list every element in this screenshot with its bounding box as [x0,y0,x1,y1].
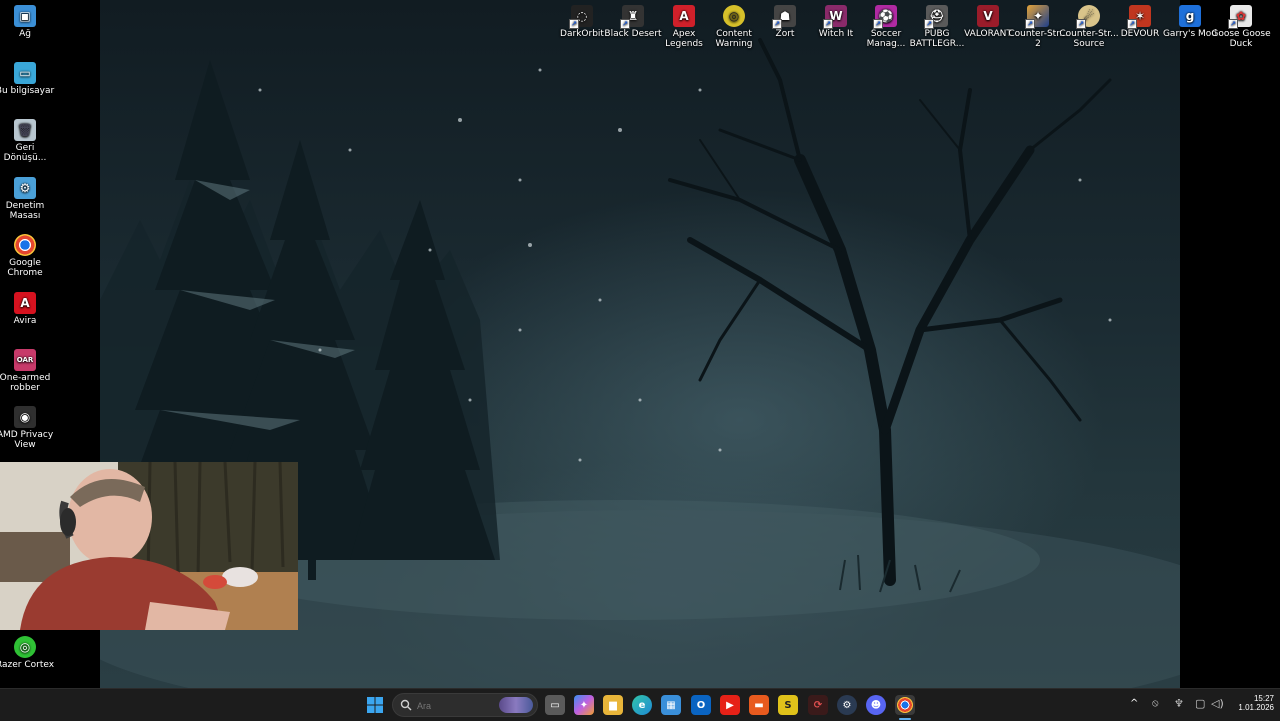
pubg-icon: ⛑ ↗ [924,5,948,29]
cs2-icon: ✦ ↗ [1025,5,1049,29]
slot-machine-icon: OAR [14,349,36,371]
zort-icon: ☗ ↗ [772,5,796,29]
clock[interactable]: 15:27 1.01.2026 [1230,694,1274,712]
chrome-icon [897,697,913,713]
desktop-icon-recycle-bin[interactable]: 🗑 Geri Dönüşü... [0,119,55,163]
search-icon [400,699,412,711]
razer-icon: ◎ [14,636,36,658]
shortcut-arrow-icon: ↗ [1076,19,1086,29]
desktop-icon-avira[interactable]: A Avira [0,292,55,326]
webcam-overlay [0,462,298,630]
display-icon[interactable]: ▢ [1195,697,1205,710]
css-icon: ☄ ↗ [1076,5,1100,29]
webcam-person-image [0,462,298,630]
discord-icon[interactable]: ☻ [866,695,886,715]
desktop-icon-control-panel[interactable]: ⚙ Denetim Masası [0,177,55,221]
copilot-icon[interactable]: ✦ [574,695,594,715]
garrys-mod-icon: g [1179,5,1201,27]
desktop-icon-label: Ağ [19,29,31,39]
desktop: ▣ Ağ ▭ Bu bilgisayar 🗑 Geri Dönüşü... ⚙ … [0,0,1280,688]
search-input[interactable] [415,697,489,715]
desktop-icon-label: Denetim Masası [5,201,45,221]
shortcut-arrow-icon: ↗ [823,19,833,29]
shortcut-arrow-icon: ↗ [873,19,883,29]
microphone-icon[interactable]: ♆ [1174,697,1184,710]
desktop-icon-razer-cortex[interactable]: ◎ Razer Cortex [0,636,55,670]
black-desert-icon: ♜ ↗ [620,5,644,29]
desktop-icon-label: Google Chrome [7,258,43,278]
shortcut-arrow-icon: ↗ [569,19,579,29]
desktop-icon-label: Bu bilgisayar [0,86,55,96]
task-view-icon[interactable]: ▭ [545,695,565,715]
avira-icon: A [14,292,36,314]
taskbar: ▭ ✦ ▆ e ▦ O ▶ ▬ S ⟳ ⚙ ☻ ^ ⦸ ♆ ▢ ◁) 15:27… [0,688,1280,721]
app-yellow-s-icon[interactable]: S [778,695,798,715]
content-warning-icon: ◎ [723,5,745,27]
soccer-manager-icon: ⚽ ↗ [873,5,897,29]
edge-icon[interactable]: e [632,695,652,715]
control-panel-icon: ⚙ [14,177,36,199]
witch-it-icon: W ↗ [823,5,847,29]
chrome-taskbar-button[interactable] [895,695,915,715]
devour-icon: ✶ ↗ [1127,5,1151,29]
app-orange-icon[interactable]: ▬ [749,695,769,715]
desktop-icon-label: Avira [13,316,37,326]
file-explorer-icon[interactable]: ▆ [603,695,623,715]
apex-icon: A [673,5,695,27]
desktop-icon-label: Goose Goose Duck [1211,29,1271,49]
steam-icon[interactable]: ⚙ [837,695,857,715]
desktop-icon-google-chrome[interactable]: Google Chrome [0,234,55,278]
shortcut-arrow-icon: ↗ [620,19,630,29]
desktop-icon-one-armed-robber[interactable]: OAR One-armed robber [0,349,55,393]
desktop-icon-label: Geri Dönüşü... [3,143,47,163]
shortcut-arrow-icon: ↗ [772,19,782,29]
volume-icon[interactable]: ◁) [1211,697,1224,710]
store-icon[interactable]: ▦ [661,695,681,715]
clock-date: 1.01.2026 [1238,703,1274,712]
goose-goose-duck-icon: ✿ ↗ [1228,5,1252,29]
recycle-bin-icon: 🗑 [14,119,36,141]
shortcut-arrow-icon: ↗ [1228,19,1238,29]
desktop-icon-this-pc[interactable]: ▭ Bu bilgisayar [0,62,55,96]
desktop-icon-label: Razer Cortex [0,660,55,670]
desktop-icon-network[interactable]: ▣ Ağ [0,5,55,39]
search-highlight-icon [499,697,533,713]
shortcut-arrow-icon: ↗ [924,19,934,29]
youtube-icon[interactable]: ▶ [720,695,740,715]
start-button[interactable] [365,695,385,715]
valorant-icon: V [977,5,999,27]
shortcut-arrow-icon: ↗ [1127,19,1137,29]
network-off-icon[interactable]: ⦸ [1152,698,1159,709]
windows-logo-icon [367,697,383,713]
desktop-icon-amd-privacy-view[interactable]: ◉ AMD Privacy View [0,406,55,450]
chevron-up-icon[interactable]: ^ [1130,698,1138,709]
desktop-icon-label: One-armed robber [0,373,51,393]
computer-icon: ▭ [14,62,36,84]
amd-icon: ◉ [14,406,36,428]
desktop-icon-goose-goose-duck[interactable]: ✿ ↗ Goose Goose Duck [1211,5,1271,49]
chrome-icon [14,234,36,256]
shortcut-arrow-icon: ↗ [1025,19,1035,29]
network-icon: ▣ [14,5,36,27]
outlook-icon[interactable]: O [691,695,711,715]
clock-time: 15:27 [1253,694,1274,703]
taskbar-search[interactable] [392,693,538,717]
darkorbit-icon: ◌ ↗ [569,5,593,29]
desktop-icon-label: AMD Privacy View [0,430,54,450]
app-swirl-icon[interactable]: ⟳ [808,695,828,715]
